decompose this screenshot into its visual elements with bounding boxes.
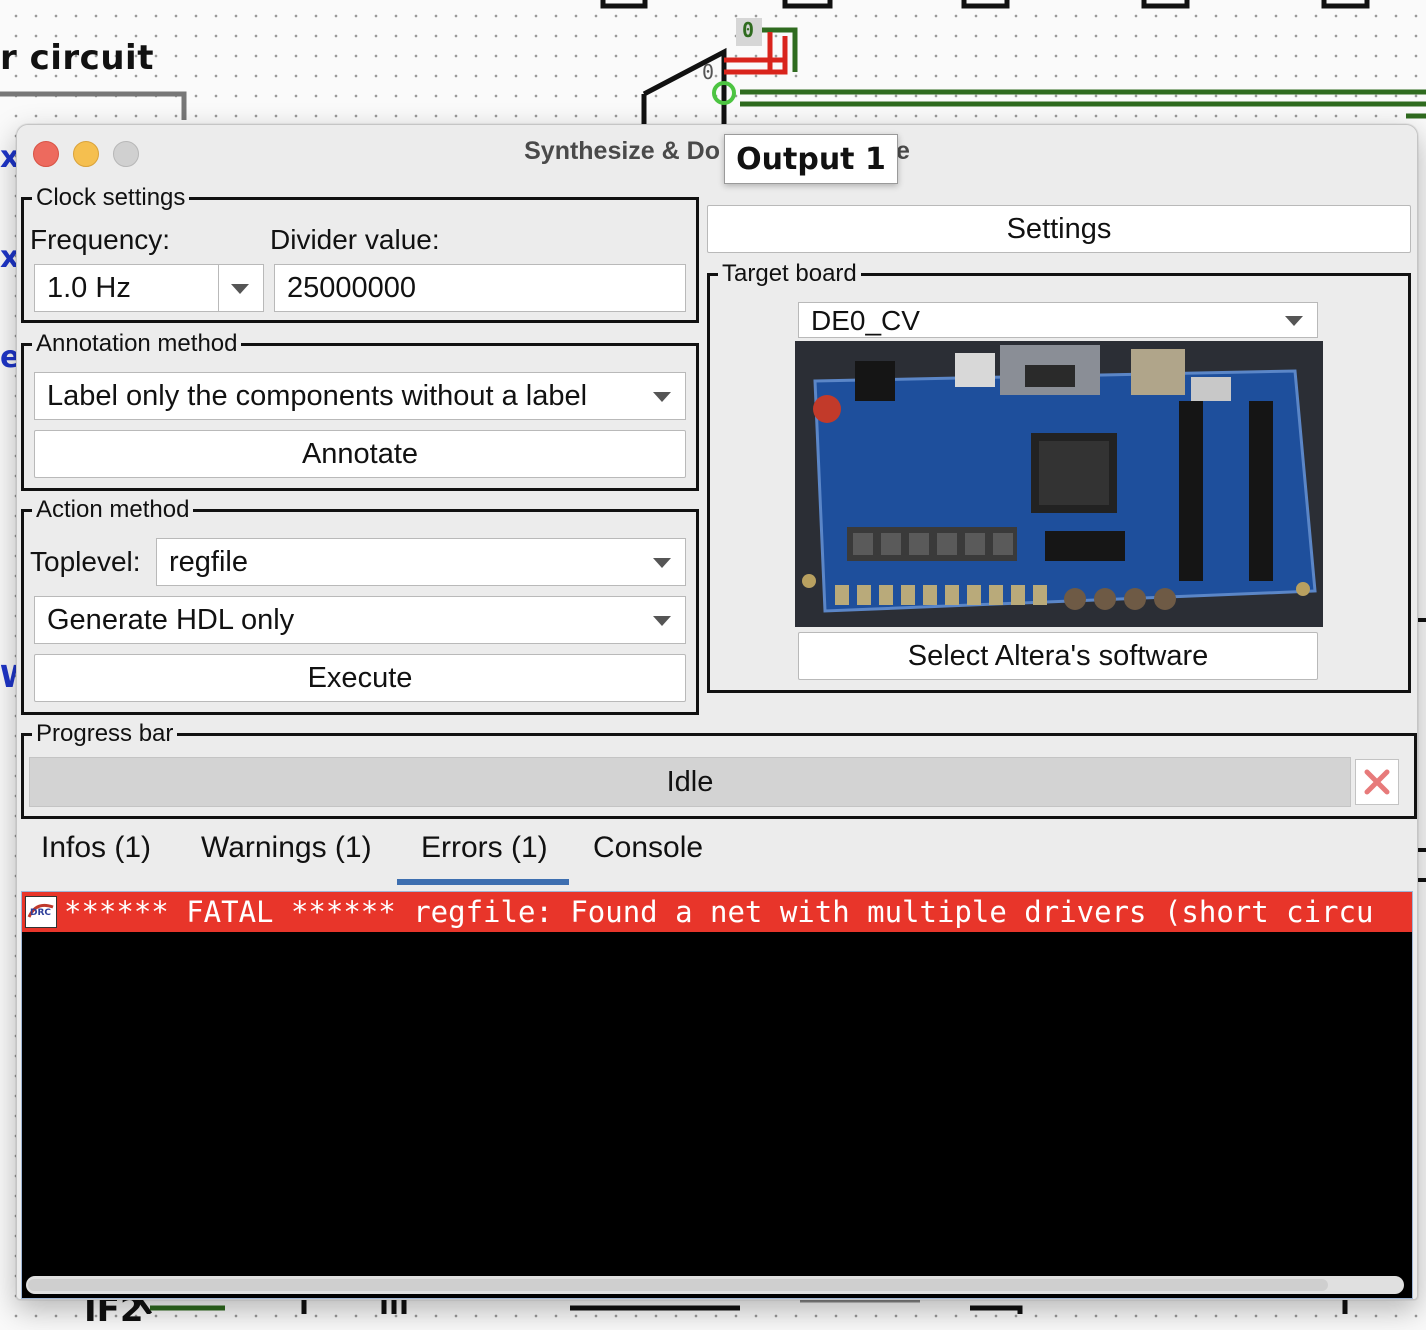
- action-mode-select[interactable]: Generate HDL only: [34, 596, 686, 644]
- synthesize-download-window: Synthesize & Do e Clock settings Frequenc…: [16, 124, 1418, 1300]
- board-photo: [795, 341, 1323, 627]
- wires: [724, 27, 1426, 119]
- frequency-label: Frequency:: [30, 224, 171, 255]
- toplevel-value: regfile: [169, 546, 248, 578]
- error-list-panel[interactable]: DRC ****** FATAL ****** regfile: Found a…: [21, 891, 1413, 1299]
- tab-warnings[interactable]: Warnings (1): [201, 831, 372, 865]
- de0-cv-board-image: [795, 341, 1323, 627]
- title-bar[interactable]: Synthesize & Do e: [17, 125, 1417, 183]
- chevron-down-icon: [1285, 316, 1303, 326]
- divider-value-field[interactable]: 25000000: [274, 264, 686, 312]
- tab-console[interactable]: Console: [593, 831, 703, 865]
- settings-button[interactable]: Settings: [707, 205, 1411, 253]
- board-value: DE0_CV: [811, 305, 920, 336]
- scrollbar-thumb[interactable]: [28, 1279, 1328, 1291]
- circuit-title: r circuit: [0, 38, 154, 78]
- clock-settings-group: Clock settings Frequency: Divider value:…: [21, 184, 699, 323]
- frequency-select[interactable]: 1.0 Hz: [34, 264, 264, 312]
- active-tab-indicator: [397, 879, 569, 885]
- bottom-outlines: [137, 1297, 1348, 1314]
- output-tooltip: Output 1: [724, 134, 898, 184]
- tab-infos[interactable]: Infos (1): [41, 831, 151, 865]
- tab-errors[interactable]: Errors (1): [421, 831, 548, 865]
- chevron-down-icon: [231, 284, 249, 294]
- chevron-down-icon: [653, 616, 671, 626]
- annotation-method-value: Label only the components without a labe…: [47, 380, 588, 412]
- frequency-value: 1.0 Hz: [47, 272, 131, 304]
- action-method-group: Action method Toplevel: regfile Generate…: [21, 496, 699, 715]
- window-title: Synthesize & Do e: [17, 137, 1417, 166]
- annotation-method-group: Annotation method Label only the compone…: [21, 330, 699, 491]
- annotation-method-legend: Annotation method: [32, 330, 242, 358]
- divider-label: Divider value:: [270, 224, 440, 255]
- close-icon: [1364, 769, 1390, 795]
- error-row[interactable]: DRC ****** FATAL ****** regfile: Found a…: [22, 892, 1412, 932]
- action-mode-value: Generate HDL only: [47, 604, 295, 636]
- progress-bar-legend: Progress bar: [32, 720, 178, 748]
- execute-button[interactable]: Execute: [34, 654, 686, 702]
- annotate-button[interactable]: Annotate: [34, 430, 686, 478]
- cancel-button[interactable]: [1355, 759, 1399, 805]
- select-software-button[interactable]: Select Altera's software: [798, 632, 1318, 680]
- window-title-right: e: [895, 137, 910, 165]
- error-message: ****** FATAL ****** regfile: Found a net…: [64, 895, 1374, 929]
- action-method-legend: Action method: [32, 496, 194, 524]
- right-edge-marks: [1418, 618, 1426, 882]
- chevron-down-icon: [653, 558, 671, 568]
- drc-icon-text: DRC: [30, 908, 51, 918]
- chevron-down-icon: [653, 392, 671, 402]
- target-board-legend: Target board: [718, 260, 861, 288]
- clock-settings-legend: Clock settings: [32, 184, 190, 212]
- annotation-method-select[interactable]: Label only the components without a labe…: [34, 372, 686, 420]
- horizontal-scrollbar[interactable]: [26, 1276, 1404, 1294]
- board-select[interactable]: DE0_CV: [798, 302, 1318, 338]
- probe-value-left: 0: [702, 60, 715, 84]
- window-title-left: Synthesize & Do: [524, 137, 720, 165]
- probe-value-top: 0: [742, 18, 755, 42]
- drc-icon: DRC: [25, 896, 57, 928]
- toplevel-label: Toplevel:: [30, 546, 141, 577]
- toplevel-select[interactable]: regfile: [156, 538, 686, 586]
- progress-bar: Idle: [29, 757, 1351, 807]
